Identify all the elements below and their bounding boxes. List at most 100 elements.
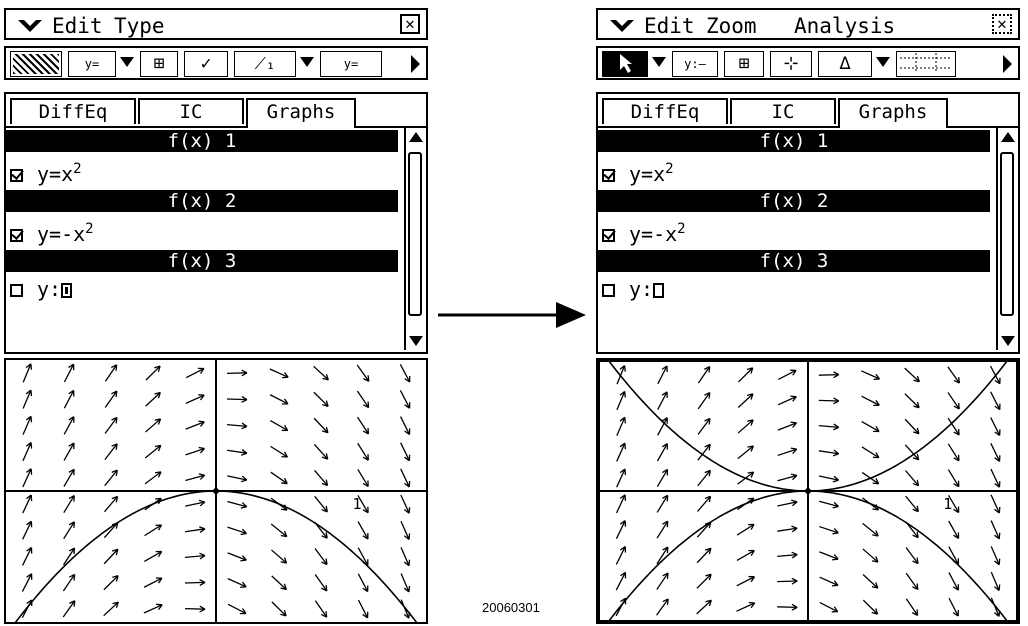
slope-arrow xyxy=(144,524,163,537)
tab-diffeq[interactable]: DiffEq xyxy=(602,98,728,124)
function-exponent: 2 xyxy=(85,221,94,237)
function-expr: x xyxy=(653,162,666,186)
list-item[interactable]: y: xyxy=(602,274,988,304)
menu-chevron-icon[interactable] xyxy=(608,16,636,34)
tab-diffeq[interactable]: DiffEq xyxy=(10,98,136,124)
menu-edit[interactable]: Edit xyxy=(644,14,695,38)
left-screen: Edit Type ✕ y= ⊞ ✓ ⟋₁ y= DiffEq IC Graph… xyxy=(4,8,428,624)
zoom-axes-icon[interactable]: ⊹ xyxy=(770,51,812,77)
close-icon[interactable]: ✕ xyxy=(992,14,1012,34)
menu-type[interactable]: Type xyxy=(114,14,165,38)
view-window-icon[interactable]: ⊞ xyxy=(140,51,178,77)
more-icon[interactable] xyxy=(1003,55,1012,73)
hatch-icon[interactable] xyxy=(10,51,62,77)
slope-arrow xyxy=(21,573,33,592)
scrollbar[interactable] xyxy=(404,128,426,350)
slope-arrow xyxy=(271,549,288,564)
text-cursor[interactable] xyxy=(653,283,665,298)
slope-arrow xyxy=(656,598,669,616)
scroll-up-icon[interactable] xyxy=(1001,132,1015,142)
slope-arrow xyxy=(905,495,919,513)
slope-arrow xyxy=(862,522,879,537)
toolbar: y:— ⊞ ⊹ ∆ xyxy=(596,46,1020,80)
list-item[interactable]: y=x2 xyxy=(602,154,988,186)
slope-arrow xyxy=(185,420,205,430)
slope-arrow xyxy=(400,547,411,567)
y-edit-icon[interactable]: y= xyxy=(320,51,382,77)
slope-arrow xyxy=(22,389,33,409)
slope-arrow xyxy=(63,442,75,461)
menu-bar: Edit Type ✕ xyxy=(4,8,428,40)
dropdown-icon[interactable] xyxy=(876,57,890,67)
slope-arrow xyxy=(271,601,287,617)
menu-edit[interactable]: Edit xyxy=(52,14,103,38)
checkbox-checked[interactable] xyxy=(602,169,615,182)
slope-arrow xyxy=(777,577,798,585)
checkbox-checked[interactable] xyxy=(10,169,23,182)
slope-arrow xyxy=(697,495,712,512)
graph-draw-icon[interactable]: ✓ xyxy=(184,51,228,77)
slope-arrow xyxy=(226,369,248,377)
dropdown-icon[interactable] xyxy=(300,57,314,67)
slope-arrow xyxy=(104,364,118,382)
dropdown-icon[interactable] xyxy=(120,57,134,67)
y-trace-icon[interactable]: y:— xyxy=(672,51,718,77)
pointer-icon[interactable] xyxy=(602,51,648,77)
slope-arrow xyxy=(861,446,880,459)
slope-arrow xyxy=(990,443,1001,462)
list-item[interactable]: y: xyxy=(10,274,396,304)
list-item[interactable]: y=-x2 xyxy=(602,214,988,246)
grid-icon[interactable] xyxy=(896,51,956,77)
scroll-thumb[interactable] xyxy=(1000,152,1014,316)
slope-arrow xyxy=(777,369,797,381)
checkbox-unchecked[interactable] xyxy=(10,284,23,297)
tab-ic[interactable]: IC xyxy=(138,98,244,124)
slope-arrow xyxy=(819,551,839,561)
slope-arrow xyxy=(22,363,33,383)
scroll-thumb[interactable] xyxy=(408,152,422,316)
scroll-down-icon[interactable] xyxy=(409,336,423,346)
graph-analysis-icon[interactable]: ∆ xyxy=(818,51,872,77)
function-prefix: y: xyxy=(37,277,62,301)
more-icon[interactable] xyxy=(411,55,420,73)
function-exponent: 2 xyxy=(73,161,82,177)
slope-arrow xyxy=(656,494,669,513)
slope-arrow xyxy=(615,494,627,514)
slope-arrow xyxy=(269,368,289,379)
scroll-up-icon[interactable] xyxy=(409,132,423,142)
menu-chevron-icon[interactable] xyxy=(16,16,44,34)
slope-arrow xyxy=(616,442,626,462)
list-item[interactable]: y=-x2 xyxy=(10,214,396,246)
line-subscript-icon[interactable]: ⟋₁ xyxy=(234,51,296,77)
slope-arrow xyxy=(144,471,162,485)
text-cursor[interactable] xyxy=(61,283,73,298)
menu-analysis[interactable]: Analysis xyxy=(794,14,895,38)
slope-arrow xyxy=(615,571,627,591)
scrollbar[interactable] xyxy=(996,128,1018,350)
list-item[interactable]: y=x2 xyxy=(10,154,396,186)
tab-graphs[interactable]: Graphs xyxy=(838,98,948,128)
y-equals-button[interactable]: y= xyxy=(68,51,116,77)
graph-window[interactable]: 1 xyxy=(596,358,1020,624)
tab-graphs[interactable]: Graphs xyxy=(246,98,356,128)
slope-arrow xyxy=(185,394,205,404)
slope-arrow xyxy=(862,599,879,615)
scroll-down-icon[interactable] xyxy=(1001,336,1015,346)
close-icon[interactable]: ✕ xyxy=(400,14,420,34)
slope-arrow xyxy=(818,371,840,379)
checkbox-checked[interactable] xyxy=(10,229,23,242)
tab-ic[interactable]: IC xyxy=(730,98,836,124)
slope-arrow xyxy=(62,573,76,592)
slope-arrow xyxy=(357,599,369,619)
checkbox-checked[interactable] xyxy=(602,229,615,242)
slope-arrow xyxy=(656,443,668,462)
menu-zoom[interactable]: Zoom xyxy=(706,14,757,38)
slope-arrow xyxy=(905,547,919,565)
checkbox-unchecked[interactable] xyxy=(602,284,615,297)
graph-window[interactable]: 1 xyxy=(4,358,428,624)
slope-arrow xyxy=(144,444,162,459)
slope-arrow xyxy=(270,523,288,538)
slope-arrow xyxy=(616,390,626,411)
view-window-icon[interactable]: ⊞ xyxy=(724,51,764,77)
dropdown-icon[interactable] xyxy=(652,57,666,67)
